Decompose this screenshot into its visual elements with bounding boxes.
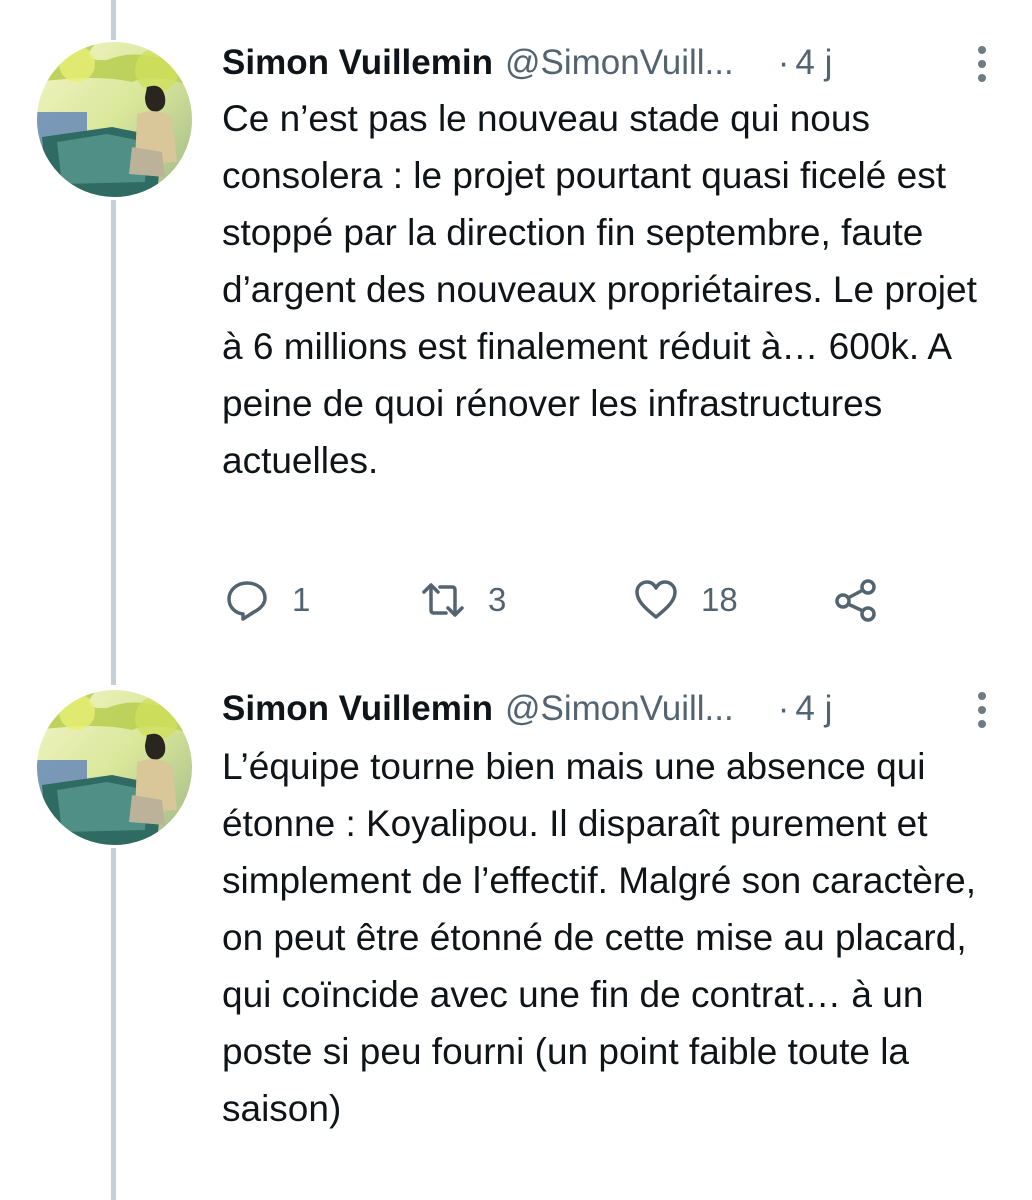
avatar[interactable] xyxy=(37,42,192,197)
tweet[interactable]: Simon Vuillemin @SimonVuill... · 4 j Ce … xyxy=(0,0,1032,660)
more-vertical-icon[interactable] xyxy=(972,692,992,728)
timestamp[interactable]: 4 j xyxy=(795,689,832,729)
tweet-header: Simon Vuillemin @SimonVuill... · 4 j xyxy=(222,684,1002,734)
retweet-count: 3 xyxy=(488,581,507,618)
reply-button[interactable]: 1 xyxy=(224,575,310,625)
reply-count: 1 xyxy=(292,581,311,618)
separator-dot: · xyxy=(777,43,790,82)
author-handle[interactable]: @SimonVuill... xyxy=(505,689,734,729)
separator-dot: · xyxy=(777,689,790,728)
tweet-text: Ce n’est pas le nouveau stade qui nous c… xyxy=(222,98,977,481)
like-button[interactable]: 18 xyxy=(633,575,738,625)
retweet-icon xyxy=(422,583,464,617)
author-name[interactable]: Simon Vuillemin xyxy=(222,43,493,83)
tweet-header: Simon Vuillemin @SimonVuill... · 4 j xyxy=(222,38,1002,88)
tweet-text: L’équipe tourne bien mais une absence qu… xyxy=(222,746,977,1129)
tweet-actions: 1 3 18 xyxy=(0,575,1032,625)
author-name[interactable]: Simon Vuillemin xyxy=(222,689,493,729)
avatar-image xyxy=(37,690,192,845)
timestamp[interactable]: 4 j xyxy=(795,43,832,83)
tweet[interactable]: Simon Vuillemin @SimonVuill... · 4 j L’é… xyxy=(0,660,1032,1200)
more-vertical-icon[interactable] xyxy=(972,46,992,82)
like-count: 18 xyxy=(701,581,738,618)
heart-icon xyxy=(635,580,677,619)
author-handle[interactable]: @SimonVuill... xyxy=(505,43,734,83)
avatar[interactable] xyxy=(37,690,192,845)
share-button[interactable] xyxy=(833,575,879,625)
reply-icon xyxy=(227,581,267,621)
avatar-image xyxy=(37,42,192,197)
retweet-button[interactable]: 3 xyxy=(420,575,506,625)
share-icon xyxy=(835,579,876,622)
